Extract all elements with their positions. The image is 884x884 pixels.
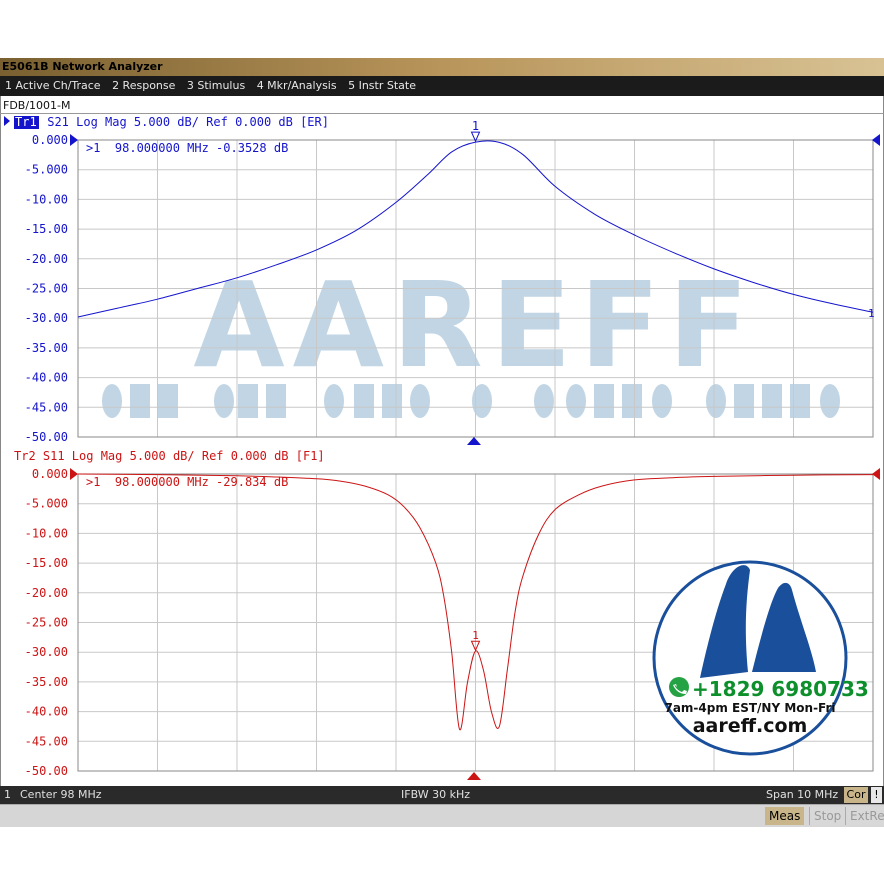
- badge-site: aareff.com: [693, 715, 808, 737]
- y-tick-label: -20.00: [25, 586, 68, 600]
- softkey-bar: Meas Stop ExtRef: [0, 804, 884, 827]
- watermark-dot: [652, 384, 672, 418]
- watermark-dot: [102, 384, 122, 418]
- status-cor-badge[interactable]: Cor: [844, 787, 868, 803]
- y-tick-label: -45.00: [25, 734, 68, 748]
- status-center[interactable]: Center 98 MHz: [20, 786, 102, 804]
- watermark-block: [238, 384, 258, 418]
- y-tick-label: -15.00: [25, 556, 68, 570]
- trace2-ref-left-icon: [70, 468, 78, 480]
- trace2-marker-number[interactable]: 1: [472, 629, 479, 642]
- badge-hours: 7am-4pm EST/NY Mon-Fri: [664, 701, 835, 715]
- y-tick-label: -40.00: [25, 371, 68, 385]
- watermark-block: [382, 384, 402, 418]
- y-tick-label: -25.00: [25, 282, 68, 296]
- trace1-header[interactable]: S21 Log Mag 5.000 dB/ Ref 0.000 dB [ER]: [40, 115, 329, 129]
- watermark-dot: [534, 384, 554, 418]
- trace1-active-arrow-icon: [4, 116, 10, 126]
- watermark: AAREFF: [102, 256, 840, 418]
- y-tick-label: -10.00: [25, 192, 68, 206]
- y-tick-label: -25.00: [25, 616, 68, 630]
- y-tick-label: -20.00: [25, 252, 68, 266]
- y-tick-label: -50.00: [25, 430, 68, 444]
- status-ifbw[interactable]: IFBW 30 kHz: [401, 786, 470, 804]
- contact-badge: +1829 6980733 7am-4pm EST/NY Mon-Fri aar…: [652, 560, 869, 756]
- y-tick-label: -35.00: [25, 675, 68, 689]
- trace1-marker-readout: >1 98.000000 MHz -0.3528 dB: [86, 141, 288, 155]
- watermark-block: [622, 384, 642, 418]
- watermark-block: [762, 384, 782, 418]
- y-tick-label: -50.00: [25, 764, 68, 778]
- y-tick-label: -30.00: [25, 311, 68, 325]
- watermark-block: [734, 384, 754, 418]
- y-tick-label: -30.00: [25, 645, 68, 659]
- watermark-block: [594, 384, 614, 418]
- y-tick-label: 0.000: [32, 133, 68, 147]
- watermark-dot: [566, 384, 586, 418]
- watermark-dot: [324, 384, 344, 418]
- watermark-dot: [410, 384, 430, 418]
- status-channel[interactable]: 1: [4, 786, 11, 804]
- y-tick-label: -40.00: [25, 705, 68, 719]
- status-bar: 1 Center 98 MHz IFBW 30 kHz Span 10 MHz …: [0, 786, 884, 804]
- watermark-dot: [820, 384, 840, 418]
- status-warning-badge[interactable]: !: [871, 787, 882, 803]
- trace1-stimulus-marker-icon: [467, 437, 481, 445]
- status-span[interactable]: Span 10 MHz: [766, 786, 838, 804]
- badge-phone: +1829 6980733: [692, 677, 869, 701]
- plot-canvas: AAREFF 0.000 -5.000 -10.00 -15.00 -20.00 -25.…: [4, 115, 880, 780]
- y-tick-label: -10.00: [25, 526, 68, 540]
- watermark-block: [354, 384, 374, 418]
- trace1-yticks: 0.000 -5.000 -10.00 -15.00 -20.00 -25.00 -30.0…: [25, 133, 68, 444]
- y-tick-label: -5.000: [25, 163, 68, 177]
- trace1-marker-number[interactable]: 1: [472, 119, 479, 133]
- y-tick-label: -5.000: [25, 497, 68, 511]
- watermark-block: [266, 384, 286, 418]
- trace2-yticks: 0.000 -5.000 -10.00 -15.00 -20.00 -25.00 -30.0…: [25, 467, 68, 778]
- trace2-header[interactable]: Tr2 S11 Log Mag 5.000 dB/ Ref 0.000 dB […: [14, 449, 325, 463]
- y-tick-label: 0.000: [32, 467, 68, 481]
- watermark-dot: [214, 384, 234, 418]
- y-tick-label: -45.00: [25, 400, 68, 414]
- trace2-marker-readout: >1 98.000000 MHz -29.834 dB: [86, 475, 288, 489]
- trace1-ref-left-icon: [70, 134, 78, 146]
- stop-button[interactable]: Stop: [809, 807, 846, 825]
- watermark-block: [130, 384, 150, 418]
- extref-button[interactable]: ExtRef: [845, 807, 884, 825]
- y-tick-label: -15.00: [25, 222, 68, 236]
- watermark-block: [158, 384, 178, 418]
- trace1-end-label: 1: [868, 307, 875, 320]
- trace2-stimulus-marker-icon: [467, 772, 481, 780]
- meas-button[interactable]: Meas: [765, 807, 805, 825]
- y-tick-label: -35.00: [25, 341, 68, 355]
- trace1-badge[interactable]: Tr1: [15, 115, 37, 129]
- watermark-dot: [706, 384, 726, 418]
